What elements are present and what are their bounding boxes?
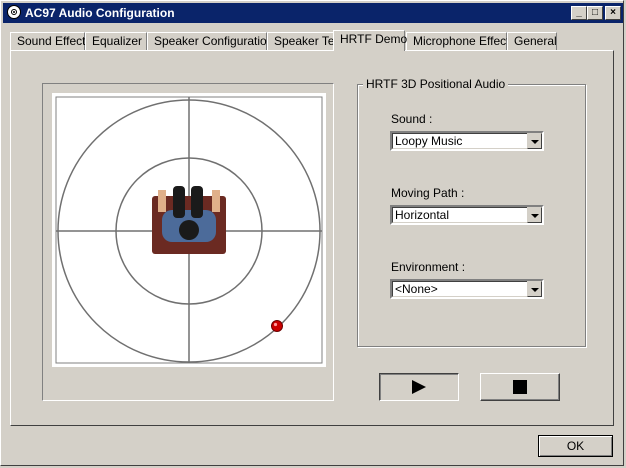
chevron-down-icon[interactable] bbox=[527, 281, 542, 297]
hrtf-demo-canvas[interactable] bbox=[52, 93, 326, 367]
environment-label: Environment : bbox=[391, 260, 466, 274]
tab-hrtf-demo[interactable]: HRTF Demo bbox=[333, 30, 407, 51]
environment-value: <None> bbox=[395, 282, 438, 296]
group-title: HRTF 3D Positional Audio bbox=[363, 77, 509, 91]
environment-select[interactable]: <None> bbox=[390, 279, 544, 299]
moving-path-label: Moving Path : bbox=[391, 186, 465, 200]
sound-value: Loopy Music bbox=[395, 134, 463, 148]
minimize-icon: _ bbox=[576, 7, 582, 18]
minimize-button[interactable]: _ bbox=[571, 6, 587, 20]
speaker-icon[interactable] bbox=[7, 5, 21, 19]
window-title: AC97 Audio Configuration bbox=[25, 6, 175, 20]
close-icon: × bbox=[610, 7, 616, 18]
moving-path-value: Horizontal bbox=[395, 208, 450, 222]
listener-figure bbox=[152, 186, 226, 254]
sound-source-dot[interactable] bbox=[271, 320, 283, 332]
play-button[interactable] bbox=[379, 373, 459, 401]
listener-head bbox=[179, 220, 199, 240]
tab-general[interactable]: General bbox=[507, 32, 557, 50]
sound-label: Sound : bbox=[391, 112, 433, 126]
tab-speaker-test[interactable]: Speaker Test bbox=[267, 32, 344, 50]
stop-button[interactable] bbox=[480, 373, 560, 401]
ok-button[interactable]: OK bbox=[538, 435, 613, 457]
sound-select[interactable]: Loopy Music bbox=[390, 131, 544, 151]
tab-microphone-effect[interactable]: Microphone Effect bbox=[406, 32, 510, 50]
stop-icon bbox=[513, 380, 527, 394]
tab-speaker-configuration[interactable]: Speaker Configuration bbox=[147, 32, 273, 50]
moving-path-select[interactable]: Horizontal bbox=[390, 205, 544, 225]
chevron-down-icon[interactable] bbox=[527, 207, 542, 223]
tab-equalizer[interactable]: Equalizer bbox=[85, 32, 147, 50]
play-icon bbox=[412, 380, 426, 394]
tab-sound-effect[interactable]: Sound Effect bbox=[10, 32, 86, 50]
maximize-button[interactable]: □ bbox=[587, 6, 603, 20]
positional-diagram bbox=[55, 96, 323, 364]
maximize-icon: □ bbox=[591, 7, 599, 18]
close-button[interactable]: × bbox=[605, 6, 621, 20]
title-bar[interactable]: AC97 Audio Configuration _ □ × bbox=[3, 3, 623, 23]
chevron-down-icon[interactable] bbox=[527, 133, 542, 149]
